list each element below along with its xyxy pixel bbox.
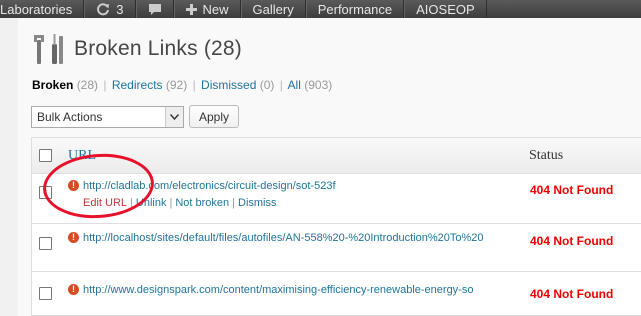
table-row: ! http://localhost/sites/default/files/a… [32, 224, 641, 272]
chevron-down-icon [165, 106, 183, 127]
adminbar-aioseop-label: AIOSEOP [416, 1, 475, 17]
adminbar-new-link[interactable]: New [173, 0, 241, 18]
link-url[interactable]: http://localhost/sites/default/files/aut… [83, 232, 523, 244]
filter-broken[interactable]: Broken [32, 78, 73, 92]
adminbar-updates-link[interactable]: 3 [84, 0, 136, 18]
row-checkbox[interactable] [39, 287, 52, 300]
column-header-status: Status [529, 148, 564, 163]
adminbar-gallery-label: Gallery [252, 1, 294, 17]
filter-separator: | [279, 78, 283, 92]
not-broken-link[interactable]: Not broken [175, 197, 229, 209]
bulk-actions-value: Bulk Actions [37, 109, 103, 124]
link-status: 404 Not Found [530, 234, 614, 248]
adminbar-new-label: New [202, 1, 229, 17]
plus-icon [185, 3, 197, 15]
select-all-checkbox[interactable] [39, 149, 52, 162]
filter-all[interactable]: All [288, 78, 301, 92]
action-separator: | [232, 197, 235, 209]
adminbar-site-label: Laboratories [0, 1, 73, 17]
filter-dismissed-count: (0) [259, 78, 275, 92]
comment-icon [148, 3, 161, 15]
filter-all-count: (903) [304, 78, 333, 92]
status-filters: Broken (28) | Redirects (92) | Dismissed… [32, 78, 332, 92]
link-status: 404 Not Found [530, 287, 614, 301]
adminbar-performance-label: Performance [317, 1, 393, 17]
adminbar-comments-link[interactable] [135, 0, 174, 18]
bulk-actions-select[interactable]: Bulk Actions [31, 105, 184, 128]
filter-separator: | [103, 78, 107, 92]
filter-separator: | [192, 78, 196, 92]
dismiss-link[interactable]: Dismiss [238, 197, 277, 209]
tools-icon [34, 34, 63, 64]
error-icon: ! [68, 232, 79, 243]
link-status: 404 Not Found [530, 183, 614, 197]
filter-redirects-count: (92) [165, 78, 188, 92]
filter-dismissed[interactable]: Dismissed [201, 78, 256, 92]
filter-redirects[interactable]: Redirects [112, 78, 163, 92]
adminbar-aioseop-link[interactable]: AIOSEOP [404, 0, 487, 18]
refresh-icon [97, 3, 110, 16]
link-url[interactable]: http://www.designspark.com/content/maxim… [83, 284, 523, 296]
adminbar-site-link[interactable]: Laboratories [0, 0, 85, 18]
adminbar-updates-count: 3 [116, 1, 124, 17]
page-header: Broken Links (28) [32, 32, 242, 66]
row-checkbox[interactable] [39, 237, 52, 250]
action-separator: | [169, 197, 173, 209]
table-row: ! http://www.designspark.com/content/max… [32, 272, 641, 316]
adminbar-performance-link[interactable]: Performance [305, 0, 405, 18]
page-title: Broken Links (28) [74, 37, 242, 60]
adminbar-gallery-link[interactable]: Gallery [240, 0, 306, 18]
bulk-actions-bar: Bulk Actions Apply [31, 105, 240, 128]
filter-broken-count: (28) [76, 78, 99, 92]
apply-button[interactable]: Apply [189, 105, 240, 128]
admin-bar: Laboratories 3 New Gallery Performance A… [0, 0, 641, 18]
error-icon: ! [68, 284, 79, 295]
